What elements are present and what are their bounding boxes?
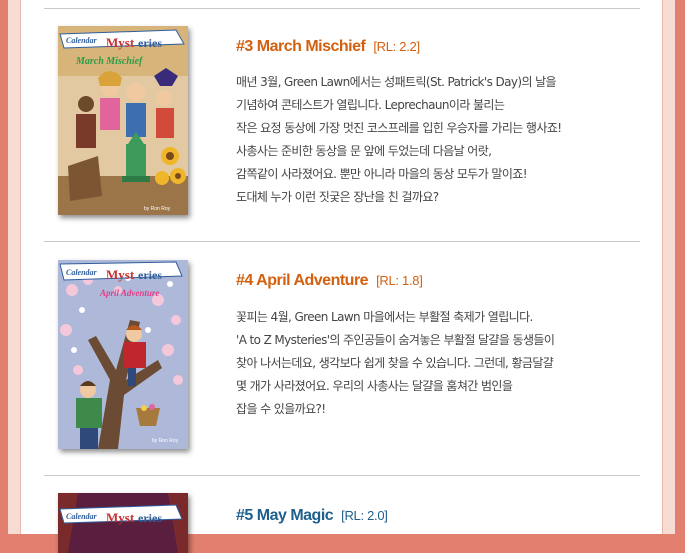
- reading-level: [RL: 1.8]: [376, 273, 423, 288]
- description-line: 잡을 수 있을까요?!: [236, 402, 326, 416]
- book-title-row: #5 May Magic [RL: 2.0]: [236, 507, 388, 525]
- divider: [44, 8, 640, 9]
- svg-text:Myst: Myst: [106, 35, 135, 50]
- book-cover-march-mischief[interactable]: Calendar Myst eries March Mischief by Ro…: [58, 26, 188, 215]
- description-line: 기념하여 콘테스트가 열립니다. Leprechaun이라 불리는: [236, 98, 505, 112]
- svg-text:eries: eries: [138, 511, 162, 525]
- svg-text:Calendar: Calendar: [66, 512, 98, 521]
- description-line: 몇 개가 사라졌어요. 우리의 사총사는 달걀을 훔쳐간 범인을: [236, 379, 513, 393]
- book-cover-april-adventure[interactable]: Calendar Myst eries April Adventure by R…: [58, 260, 188, 449]
- svg-text:eries: eries: [138, 36, 162, 50]
- reading-level: [RL: 2.2]: [373, 39, 420, 54]
- book-title[interactable]: #4 April Adventure: [236, 272, 369, 289]
- svg-text:Calendar: Calendar: [66, 36, 98, 45]
- divider: [44, 241, 640, 242]
- description-line: 'A to Z Mysteries'의 주인공들이 숨겨놓은 부활절 달걀을 동…: [236, 333, 555, 347]
- svg-text:by Ron Roy: by Ron Roy: [144, 206, 171, 212]
- description-line: 사총사는 준비한 동상을 문 앞에 두었는데 다음날 어랏,: [236, 144, 492, 158]
- book-title-row: #3 March Mischief [RL: 2.2]: [236, 38, 420, 56]
- description-line: 작은 요정 동상에 가장 멋진 코스프레를 입힌 우승자를 가리는 행사죠!: [236, 121, 562, 135]
- description-line: 찾아 나서는데요, 생각보다 쉽게 찾을 수 있습니다. 그런데, 황금달걀: [236, 356, 554, 370]
- description-line: 매년 3월, Green Lawn에서는 성패트릭(St. Patrick's …: [236, 75, 557, 89]
- svg-text:March Mischief: March Mischief: [75, 56, 144, 67]
- description-line: 도대체 누가 이런 짓궂은 장난을 친 걸까요?: [236, 190, 439, 204]
- book-title[interactable]: #5 May Magic: [236, 507, 334, 524]
- svg-text:Myst: Myst: [106, 510, 135, 525]
- book-description: 꽃피는 4월, Green Lawn 마을에서는 부활절 축제가 열립니다. '…: [236, 306, 636, 421]
- svg-text:eries: eries: [138, 268, 162, 282]
- description-line: 꽃피는 4월, Green Lawn 마을에서는 부활절 축제가 열립니다.: [236, 310, 533, 324]
- book-cover-may-magic[interactable]: Calendar Myst eries: [58, 493, 188, 553]
- book-description: 매년 3월, Green Lawn에서는 성패트릭(St. Patrick's …: [236, 71, 636, 209]
- svg-text:by Ron Roy: by Ron Roy: [152, 438, 179, 444]
- svg-text:Calendar: Calendar: [66, 268, 98, 277]
- book-title-row: #4 April Adventure [RL: 1.8]: [236, 272, 423, 290]
- svg-text:Myst: Myst: [106, 267, 135, 282]
- book-title[interactable]: #3 March Mischief: [236, 38, 366, 55]
- reading-level: [RL: 2.0]: [341, 508, 388, 523]
- description-line: 감쪽같이 사라졌어요. 뿐만 아니라 마을의 동상 모두가 말이죠!: [236, 167, 528, 181]
- divider: [44, 475, 640, 476]
- svg-text:April Adventure: April Adventure: [99, 288, 159, 298]
